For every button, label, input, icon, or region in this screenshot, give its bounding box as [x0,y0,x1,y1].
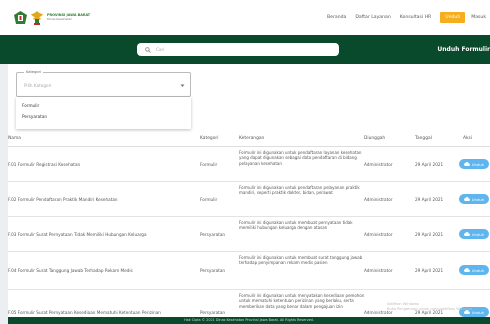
top-navbar: PROVINSI JAWA BARAT Dinas Kesehatan Bera… [0,0,490,35]
cell-category: Formulir [200,197,218,202]
table-row: F.03 Formulir Surat Pernyataan Tidak Mem… [8,217,490,252]
download-button[interactable]: Unduh [459,194,489,204]
table-row: F.01 Formulir Registrasi Kesehatan Formu… [8,147,490,182]
cell-name: F.02 Formulir Pendaftaran Praktik Mandir… [8,197,118,202]
download-button[interactable]: Unduh [459,159,489,169]
col-header-tanggal: Tanggal [415,136,432,141]
nav-menu: Beranda Daftar Layanan Konsultasi HR Und… [327,0,490,35]
cell-name: F.04 Formulir Surat Tanggung Jawab Terha… [8,268,133,273]
download-button[interactable]: Unduh [459,265,489,275]
col-header-keterangan: Keterangan [239,136,265,141]
cell-description: Formulir ini digunakan untuk pendaftaran… [239,150,362,166]
cell-name: F.01 Formulir Registrasi Kesehatan [8,162,81,167]
dropdown-option-formulir[interactable]: Formulir [22,103,39,108]
search-box[interactable] [137,43,339,56]
col-header-kategori: Kategori [200,136,219,141]
search-input[interactable] [156,47,326,52]
cell-description: Formulir ini digunakan untuk membuat sur… [239,255,363,266]
cell-date: 29 April 2021 [415,197,444,202]
cell-description: Formulir ini digunakan untuk pendaftaran… [239,185,360,196]
brand-text: PROVINSI JAWA BARAT Dinas Kesehatan [47,13,90,22]
cell-category: Persyaratan [200,310,226,315]
cell-uploader: Administrator [364,232,393,237]
cell-category: Formulir [200,162,218,167]
cell-date: 29 April 2021 [415,268,444,273]
cell-description: Formulir ini digunakan untuk membuat per… [239,220,353,231]
main-content: Kategori Pilih Kategori Formulir Persyar… [8,64,490,324]
nav-item-daftar-layanan[interactable]: Daftar Layanan [355,15,390,20]
nav-item-masuk[interactable]: Masuk [471,15,486,20]
download-table: Nama Kategori Keterangan Diunggah Tangga… [8,131,490,324]
download-button-label: Unduh [471,196,485,202]
table-row: F.04 Formulir Surat Tanggung Jawab Terha… [8,252,490,290]
cloud-download-icon [463,197,470,201]
brand-line2: Dinas Kesehatan [47,17,73,22]
category-select-label: Kategori [24,70,44,75]
category-dropdown-menu: Formulir Persyaratan [16,97,191,129]
search-icon [145,46,151,53]
table-header: Nama Kategori Keterangan Diunggah Tangga… [8,131,490,147]
download-button-label: Unduh [471,161,485,167]
search-bar-section: Unduh Formulir [0,35,490,64]
cloud-download-icon [463,268,470,272]
download-button-label: Unduh [471,231,485,237]
cell-uploader: Administrator [364,268,393,273]
windows-activation-watermark: Aktifkan Windows Buka Pengaturan untuk m… [387,302,487,312]
garuda-icon [31,10,43,25]
watermark-line2: Buka Pengaturan untuk mengaktifkan Windo… [387,307,474,311]
cell-name: F.05 Formulir Surat Pernyataan Kesediaan… [8,310,161,315]
cloud-download-icon [463,232,470,236]
table-row: F.02 Formulir Pendaftaran Praktik Mandir… [8,182,490,217]
download-button-label: Unduh [471,267,485,273]
col-header-nama: Nama [8,136,21,141]
category-select-value: Pilih Kategori [24,83,52,88]
page-footer: Hak Cipta © 2021 Dinas Kesehatan Provins… [8,317,490,324]
nav-item-konsultasi[interactable]: Konsultasi HR [400,15,431,20]
chevron-down-icon [180,84,185,87]
nav-item-beranda[interactable]: Beranda [327,15,346,20]
category-select[interactable]: Kategori Pilih Kategori [16,70,191,97]
cell-category: Persyaratan [200,268,226,273]
nav-item-unduh[interactable]: Unduh [440,12,466,23]
page-title: Unduh Formulir [437,46,490,53]
col-header-aksi: Aksi [463,136,473,141]
cell-date: 29 April 2021 [415,232,444,237]
brand-logo[interactable]: PROVINSI JAWA BARAT Dinas Kesehatan [14,10,90,26]
cell-name: F.03 Formulir Surat Pernyataan Tidak Mem… [8,232,147,237]
cloud-download-icon [463,162,470,166]
cell-category: Persyaratan [200,232,226,237]
download-button[interactable]: Unduh [459,229,489,239]
col-header-diunggah: Diunggah [364,136,386,141]
cell-uploader: Administrator [364,162,393,167]
cell-uploader: Administrator [364,197,393,202]
emblem-icon [14,11,27,24]
cell-date: 29 April 2021 [415,162,444,167]
dropdown-option-persyaratan[interactable]: Persyaratan [22,114,47,119]
cell-description: Formulir ini digunakan untuk menyatakan … [239,293,365,309]
